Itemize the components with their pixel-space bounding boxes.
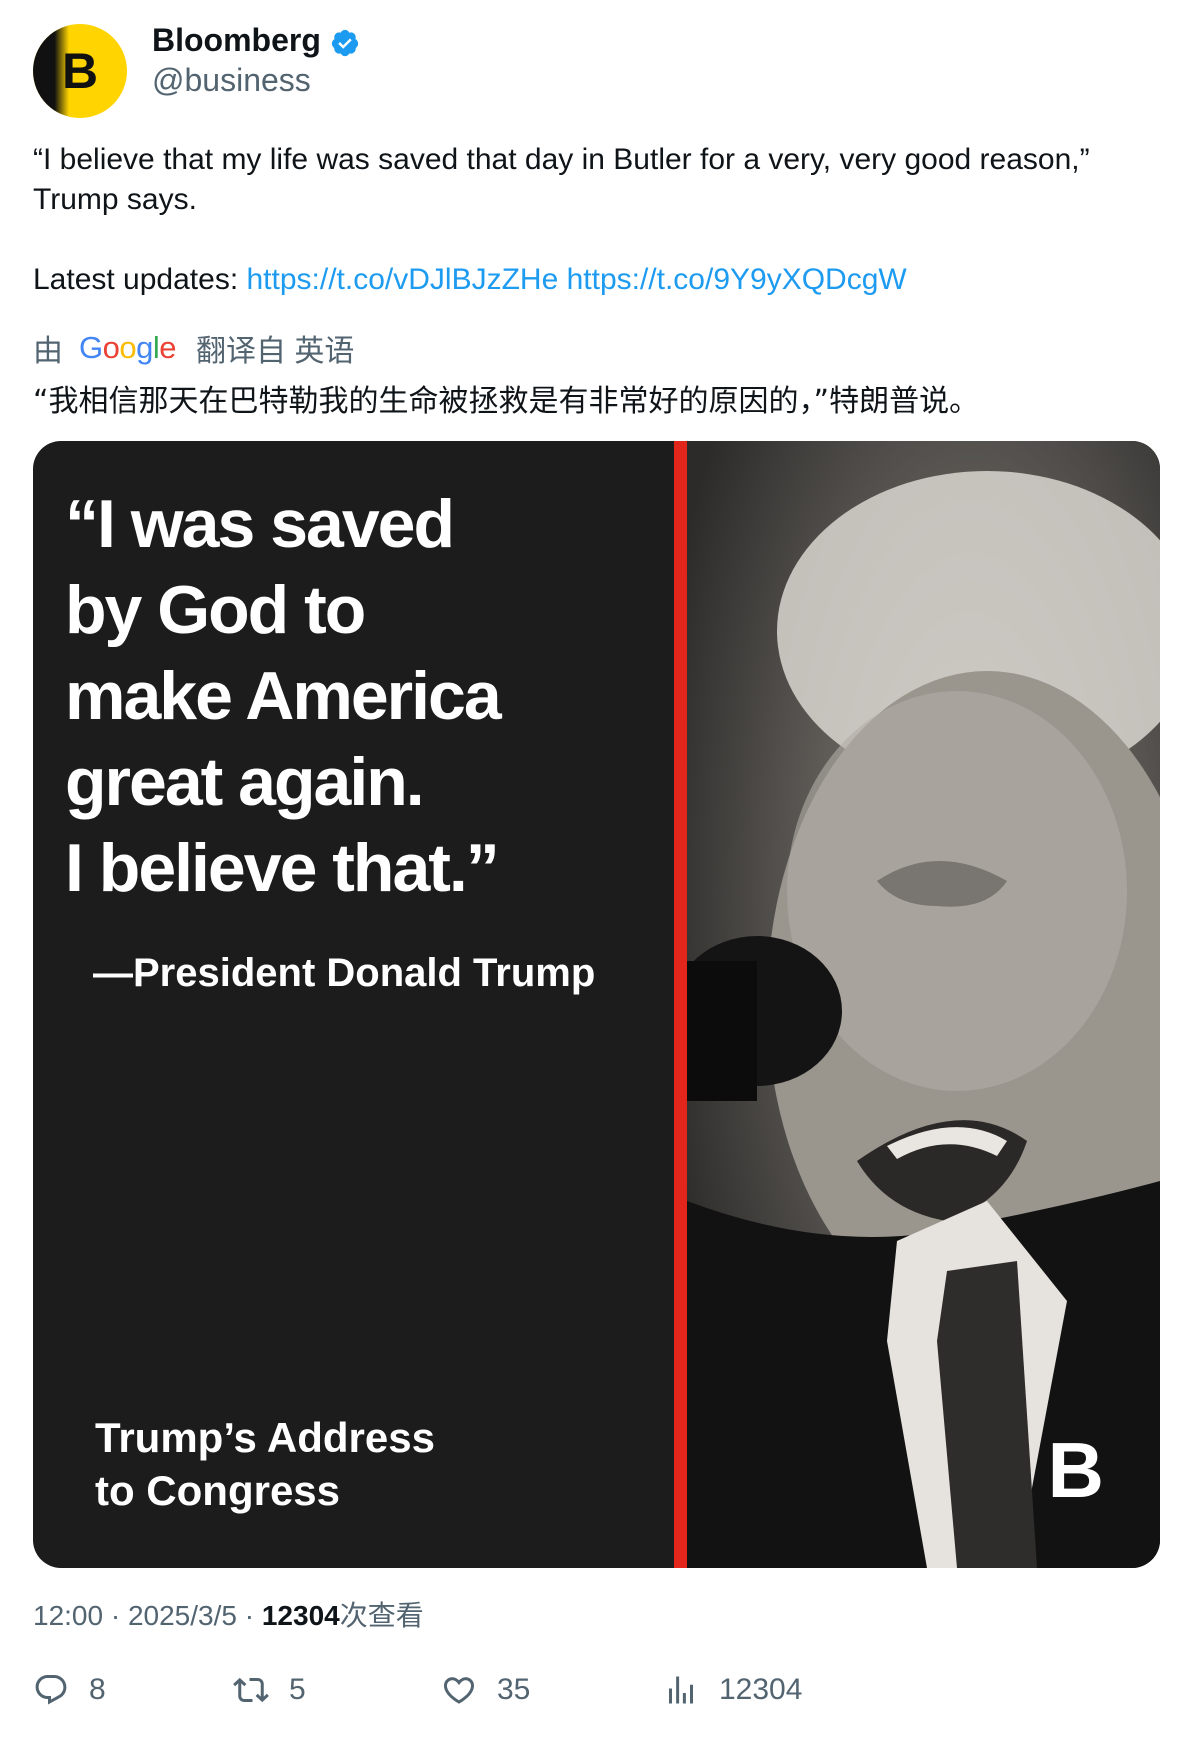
heart-icon <box>443 1677 475 1704</box>
portrait-photo <box>687 441 1160 1568</box>
tweet-text: “I believe that my life was saved that d… <box>33 143 1090 216</box>
tweet-image[interactable]: “I was saved by God to make America grea… <box>33 441 1160 1568</box>
translation-suffix: 翻译自 英语 <box>196 335 355 368</box>
bloomberg-logo: B <box>1047 1426 1104 1514</box>
reply-icon <box>35 1675 67 1705</box>
image-event-title: Trump’s Address to Congress <box>95 1414 435 1514</box>
retweet-button[interactable]: 5 <box>233 1672 306 1708</box>
updates-label: Latest updates: <box>33 263 239 296</box>
reply-button[interactable]: 8 <box>33 1672 106 1708</box>
retweet-count: 5 <box>289 1673 306 1706</box>
link-2[interactable]: https://t.co/9Y9yXQDcgW <box>567 263 907 296</box>
link-1[interactable]: https://t.co/vDJlBJzZHe <box>247 263 559 296</box>
tweet-time[interactable]: 12:00 <box>33 1600 103 1631</box>
translation-attribution: 由 Google 翻译自 英语 <box>33 326 354 370</box>
retweet-icon <box>233 1677 269 1703</box>
views-button[interactable]: 12304 <box>663 1672 802 1708</box>
translated-text: “我相信那天在巴特勒我的生命被拯救是有非常好的原因的，”特朗普说。 <box>33 384 980 419</box>
avatar[interactable]: B <box>33 24 127 118</box>
translation-prefix: 由 <box>33 335 63 368</box>
image-quote: “I was saved by God to make America grea… <box>65 486 502 906</box>
view-count: 12304 <box>261 1600 340 1631</box>
tweet-meta: 12:00 · 2025/3/5 · 12304次查看 <box>33 1600 424 1631</box>
avatar-letter: B <box>61 43 99 99</box>
red-divider <box>674 441 687 1568</box>
like-count: 35 <box>497 1673 531 1706</box>
author-handle[interactable]: @business <box>152 62 311 99</box>
views-label: 次查看 <box>339 1600 424 1631</box>
tweet-date[interactable]: 2025/3/5 <box>128 1600 237 1631</box>
updates-line: Latest updates: https://t.co/vDJlBJzZHe … <box>33 260 907 300</box>
reply-count: 8 <box>89 1673 106 1706</box>
bar-chart-icon <box>669 1676 693 1704</box>
verified-badge-icon <box>331 29 359 57</box>
google-logo: Google <box>79 330 177 365</box>
action-bar: 8 5 35 12304 <box>33 1672 1173 1728</box>
like-button[interactable]: 35 <box>441 1672 530 1708</box>
author-name[interactable]: Bloomberg <box>152 22 321 59</box>
views-count: 12304 <box>719 1673 803 1706</box>
image-attribution: —President Donald Trump <box>93 951 596 995</box>
